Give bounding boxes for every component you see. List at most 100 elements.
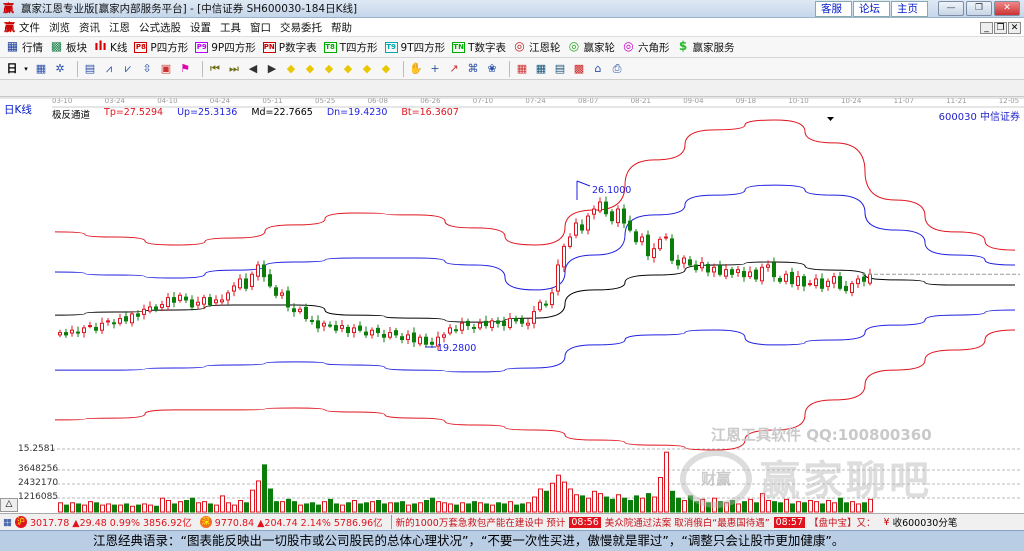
stock-code-name: 600030 中信证券 xyxy=(938,112,1020,123)
text-tool-icon[interactable]: ⌘ xyxy=(466,62,480,76)
toolbar-dollar-button[interactable]: $ 赢家服务 xyxy=(677,40,735,55)
volume-bar xyxy=(214,504,219,513)
volume-bar xyxy=(172,503,177,513)
toolbar-winner-wheel-button[interactable]: ◎ 赢家轮 xyxy=(568,40,615,55)
calculator-icon[interactable]: ▦ xyxy=(534,62,548,76)
high-marker-line xyxy=(576,180,591,187)
report-icon[interactable]: ▤ xyxy=(553,62,567,76)
toolbar-T8-button[interactable]: T8 T四方形 xyxy=(323,40,378,55)
save-icon[interactable]: ▩ xyxy=(572,62,586,76)
menu-news[interactable]: 资讯 xyxy=(79,20,100,35)
candle xyxy=(196,301,200,306)
crosshair-icon[interactable]: + xyxy=(428,62,442,76)
customer-service-link[interactable]: 客服 xyxy=(815,1,852,17)
candle xyxy=(706,264,710,273)
app-menu-icon[interactable]: 赢 xyxy=(4,19,15,35)
menu-file[interactable]: 文件 xyxy=(19,20,40,35)
toolbar-gann-wheel-button[interactable]: ◎ 江恩轮 xyxy=(513,40,560,55)
volume-bar xyxy=(202,501,207,513)
news-ticker[interactable]: 新的1000万套急救包产能在建设中 预计 08:56 美众院通过法案 取消俄白“… xyxy=(390,515,876,529)
calendar-icon[interactable]: ▦ xyxy=(515,62,529,76)
shenzhen-index[interactable]: 深 9770.84 ▲204.74 2.14% 5786.96亿 xyxy=(199,515,383,529)
menu-formula-screening[interactable]: 公式选股 xyxy=(139,20,181,35)
network-icon[interactable]: ⌂ xyxy=(591,62,605,76)
menu-trading[interactable]: 交易委托 xyxy=(280,20,322,35)
gann-tool-icon[interactable]: ❀ xyxy=(485,62,499,76)
candle xyxy=(400,336,404,341)
shanghai-badge-icon: 沪 xyxy=(14,516,27,528)
axis-label: 3648256 xyxy=(18,464,59,474)
zoom-out-icon[interactable]: ◆ xyxy=(303,62,317,76)
pattern-icon[interactable]: ✲ xyxy=(53,62,67,76)
close-button[interactable]: ✕ xyxy=(994,1,1020,16)
toolbar-blocks-button[interactable]: ▩ 板块 xyxy=(50,40,87,55)
candle xyxy=(292,308,296,313)
last-icon[interactable]: ⏭ xyxy=(227,62,241,76)
toolbar-PN-button[interactable]: PN P数字表 xyxy=(262,40,317,55)
candle xyxy=(208,297,212,306)
toolbar-grid-button[interactable]: ▦ 行情 xyxy=(6,40,43,55)
minimize-button[interactable]: — xyxy=(938,1,964,16)
period-selector[interactable]: 日 xyxy=(6,62,18,76)
menu-tools[interactable]: 工具 xyxy=(220,20,241,35)
hand-icon[interactable]: ✋ xyxy=(409,62,423,76)
quote-banner: 江恩经典语录：“图表能反映出一切股市或公司股民的总体心理状况”，“不要一次性买进… xyxy=(0,530,1024,551)
restore-button[interactable]: ❐ xyxy=(966,1,992,16)
child-minimize-button[interactable]: _ xyxy=(980,22,993,34)
menu-window[interactable]: 窗口 xyxy=(250,20,271,35)
shift-left-icon[interactable]: ◆ xyxy=(322,62,336,76)
cursor-dropdown-icon[interactable]: ⇳ xyxy=(140,62,154,76)
child-close-button[interactable]: ✕ xyxy=(1008,22,1021,34)
prev-icon[interactable]: ◀ xyxy=(246,62,260,76)
candle xyxy=(376,327,380,334)
panel-toggle-button[interactable]: △ xyxy=(0,498,18,512)
toolbar-T9-button[interactable]: T9 9T四方形 xyxy=(384,40,445,55)
grid-icon: ▦ xyxy=(6,38,19,53)
candle xyxy=(76,331,80,334)
toolbar-P9-button[interactable]: P9 9P四方形 xyxy=(195,40,256,55)
chevron-down-icon[interactable]: ▾ xyxy=(23,62,29,76)
shanghai-index[interactable]: 沪 3017.78 ▲29.48 0.99% 3856.92亿 xyxy=(14,515,192,529)
menu-browse[interactable]: 浏览 xyxy=(49,20,70,35)
printer-icon[interactable]: ⎙ xyxy=(610,62,624,76)
toolbar-P8-button[interactable]: P8 P四方形 xyxy=(134,40,188,55)
menu-settings[interactable]: 设置 xyxy=(190,20,211,35)
status-bar: ▦ 沪 3017.78 ▲29.48 0.99% 3856.92亿 深 9770.8… xyxy=(0,513,1024,530)
candle xyxy=(88,325,92,328)
chart-toolbar: 日 ▾ ▦ ✲ ▤ ⩘ ⩗ ⇳ ▣ ⚑ ⏮ ⏭ ◀ ▶ ◆ ◆ ◆ ◆ ◆ ◆ ✋ + ↗ ⌘ ❀ ▦ ▦ ▤ ▩ ⌂ ⎙ xyxy=(0,58,1024,80)
zoom-in-icon[interactable]: ◆ xyxy=(284,62,298,76)
clipboard-icon[interactable]: ▤ xyxy=(83,62,97,76)
candle xyxy=(862,276,866,282)
menu-gann[interactable]: 江恩 xyxy=(109,20,130,35)
toolbar-label: 9P四方形 xyxy=(211,41,256,54)
expand-icon[interactable]: ◆ xyxy=(360,62,374,76)
volume-bar xyxy=(478,502,483,513)
indicator-icon[interactable]: ▣ xyxy=(159,62,173,76)
indicator-up: Up=25.3136 xyxy=(177,107,238,118)
first-icon[interactable]: ⏮ xyxy=(208,62,222,76)
volume-bar xyxy=(346,502,351,513)
tick-status: 收600030分笔 xyxy=(892,518,958,529)
calendar-dropdown-icon[interactable]: ▦ xyxy=(34,62,48,76)
menu-help[interactable]: 帮助 xyxy=(331,20,352,35)
volume-bar xyxy=(682,500,687,513)
draw-line-icon[interactable]: ↗ xyxy=(447,62,461,76)
toolbar-TN-button[interactable]: TN T数字表 xyxy=(452,40,506,55)
toolbar-label: T数字表 xyxy=(468,41,507,54)
toolbar-kline-button[interactable]: ılı K线 xyxy=(94,40,127,55)
compress-icon[interactable]: ◆ xyxy=(379,62,393,76)
flag-icon[interactable]: ⚑ xyxy=(178,62,192,76)
shift-right-icon[interactable]: ◆ xyxy=(341,62,355,76)
volume-bar xyxy=(622,497,627,513)
forum-link[interactable]: 论坛 xyxy=(853,1,890,17)
next-icon[interactable]: ▶ xyxy=(265,62,279,76)
toolbar-hexagon-button[interactable]: ◎ 六角形 xyxy=(622,40,669,55)
chart-up-icon[interactable]: ⩘ xyxy=(102,62,116,76)
candle xyxy=(820,278,824,289)
volume-bar xyxy=(340,504,345,513)
child-restore-button[interactable]: ❐ xyxy=(994,22,1007,34)
chart-down-icon[interactable]: ⩗ xyxy=(121,62,135,76)
homepage-link[interactable]: 主页 xyxy=(891,1,928,17)
quote-table-icon[interactable]: ▦ xyxy=(3,517,12,528)
candle xyxy=(352,327,356,334)
